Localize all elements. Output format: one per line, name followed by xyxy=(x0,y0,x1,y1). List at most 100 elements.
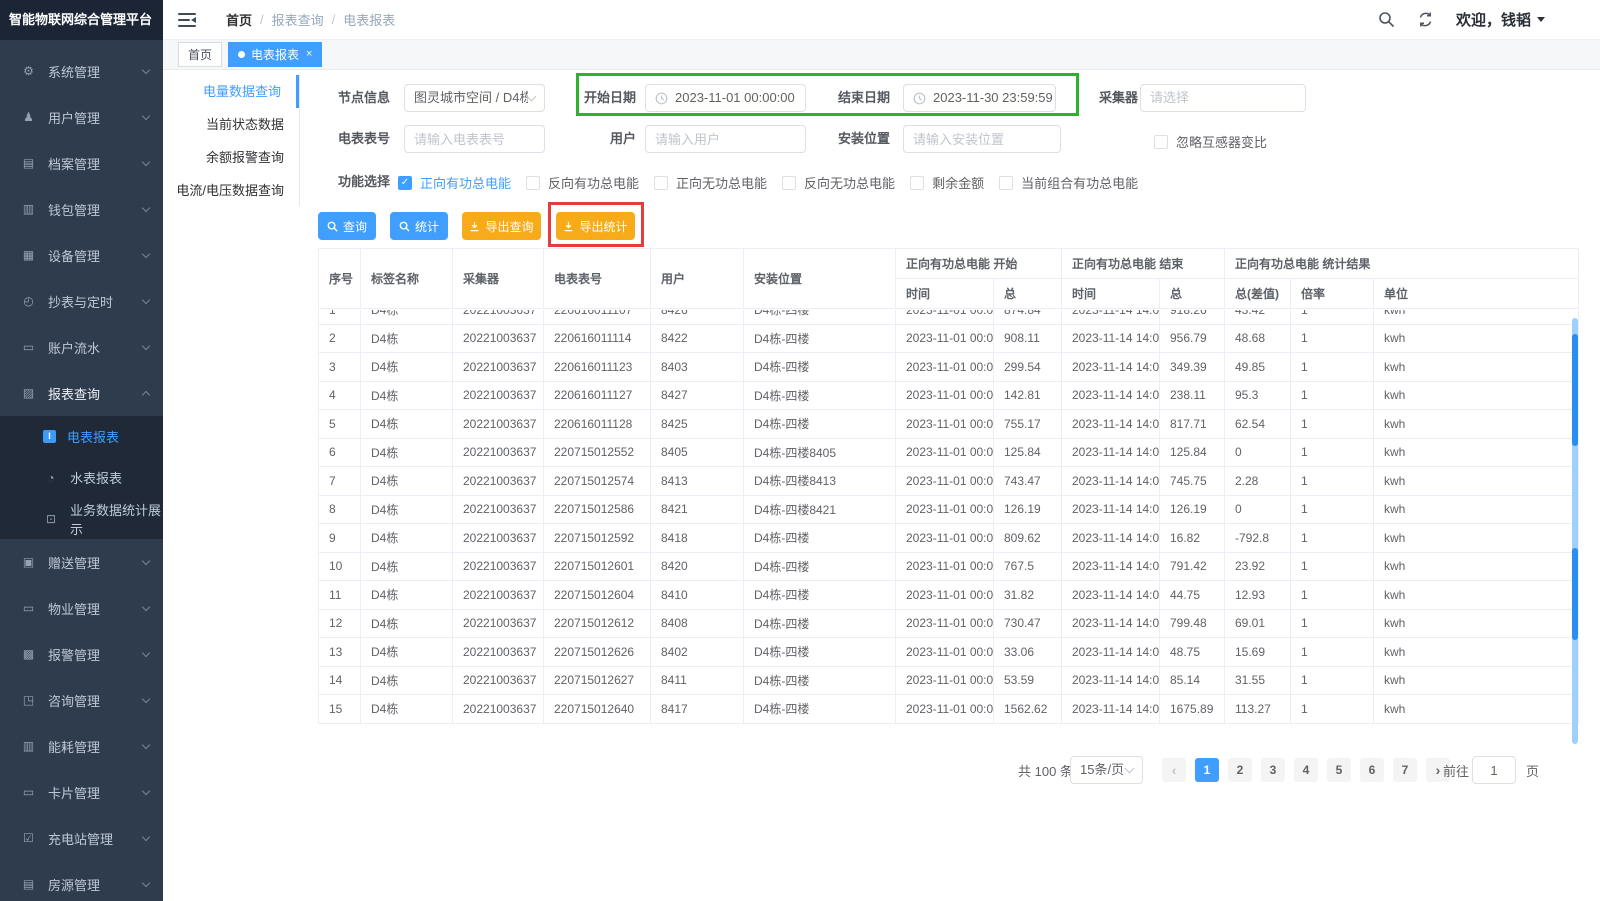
sidebar-item[interactable]: ▭物业管理 xyxy=(0,585,163,631)
refresh-icon[interactable] xyxy=(1417,11,1434,28)
table-cell: 8410 xyxy=(651,581,744,610)
page-size-select[interactable]: 15条/页 xyxy=(1070,756,1143,784)
node-select[interactable]: 图灵城市空间 / D4栋 xyxy=(404,84,545,112)
sidebar-subitem[interactable]: I电表报表 xyxy=(0,416,163,457)
subnav-divider xyxy=(299,73,300,206)
page-button-1[interactable]: 1 xyxy=(1195,758,1219,782)
table-cell: 2023-11-14 14:01:28 xyxy=(1062,609,1160,638)
prev-page-button[interactable]: ‹ xyxy=(1162,758,1186,782)
sidebar-subitem-label: 电表报表 xyxy=(67,427,119,446)
table-scrollbar[interactable] xyxy=(1572,318,1578,744)
sidebar-item[interactable]: ▣赠送管理 xyxy=(0,539,163,585)
user-label: 用户 xyxy=(610,125,636,153)
function-checkbox[interactable]: ✓正向无功总电能 xyxy=(654,173,767,192)
sidebar-item[interactable]: ▦设备管理 xyxy=(0,232,163,278)
collector-label: 采集器 xyxy=(1099,84,1138,112)
ignore-ct-checkbox[interactable]: ✓ 忽略互感器变比 xyxy=(1154,132,1267,151)
page-button-3[interactable]: 3 xyxy=(1261,758,1285,782)
function-checkbox[interactable]: ✓当前组合有功总电能 xyxy=(999,173,1138,192)
sidebar-item[interactable]: ▥钱包管理 xyxy=(0,186,163,232)
table-cell: 2023-11-01 00:01:46 xyxy=(896,552,994,581)
page-button-5[interactable]: 5 xyxy=(1327,758,1351,782)
table-cell: 20221003637 xyxy=(453,467,544,496)
table-cell: 11 xyxy=(319,581,361,610)
table-cell: D4栋 xyxy=(361,410,453,439)
subnav-item[interactable]: 电流/电压数据查询 xyxy=(176,174,299,207)
table-cell: 14 xyxy=(319,666,361,695)
checkbox-label: 剩余金额 xyxy=(932,173,984,192)
stat-button[interactable]: 统计 xyxy=(390,212,448,240)
sidebar-item[interactable]: ▤房源管理 xyxy=(0,861,163,901)
export-query-button[interactable]: 导出查询 xyxy=(462,212,541,240)
page-button-2[interactable]: 2 xyxy=(1228,758,1252,782)
sidebar-submenu: I电表报表◔水表报表⊡业务数据统计展示 xyxy=(0,416,163,539)
user-input[interactable] xyxy=(645,125,806,153)
col-diff: 总(差值) xyxy=(1225,279,1291,309)
function-checkbox[interactable]: ✓反向无功总电能 xyxy=(782,173,895,192)
table-row: 1D4栋202210036372206160111078426D4栋-四楼202… xyxy=(319,310,1579,324)
start-date-input[interactable]: 2023-11-01 00:00:00 xyxy=(645,84,806,112)
table-cell: 299.54 xyxy=(994,353,1062,382)
sidebar-item[interactable]: ☑充电站管理 xyxy=(0,815,163,861)
page-button-7[interactable]: 7 xyxy=(1393,758,1417,782)
chevron-down-icon xyxy=(1125,763,1135,773)
page-button-4[interactable]: 4 xyxy=(1294,758,1318,782)
table-cell: 48.75 xyxy=(1160,638,1225,667)
close-tab-icon[interactable]: × xyxy=(306,49,312,60)
wallet-icon: ▥ xyxy=(20,202,37,216)
table-cell: 220715012601 xyxy=(544,552,651,581)
sidebar-subitem[interactable]: ◔水表报表 xyxy=(0,457,163,498)
chevron-down-icon xyxy=(142,740,150,748)
table-cell: 15.69 xyxy=(1225,638,1291,667)
goto-page-input[interactable] xyxy=(1472,756,1516,784)
table-cell: 1675.89 xyxy=(1160,695,1225,724)
collapse-sidebar-icon[interactable] xyxy=(178,13,196,27)
location-input[interactable] xyxy=(903,125,1061,153)
checkbox-label: 当前组合有功总电能 xyxy=(1021,173,1138,192)
table-cell: 8421 xyxy=(651,495,744,524)
table-row: 2D4栋202210036372206160111148422D4栋-四楼202… xyxy=(319,324,1579,353)
page-button-6[interactable]: 6 xyxy=(1360,758,1384,782)
sidebar-item[interactable]: ◳咨询管理 xyxy=(0,677,163,723)
sidebar-item[interactable]: ▩报警管理 xyxy=(0,631,163,677)
export-stat-button[interactable]: 导出统计 xyxy=(556,212,635,240)
sidebar-item[interactable]: ▥能耗管理 xyxy=(0,723,163,769)
sidebar-item[interactable]: ▨报表查询 xyxy=(0,370,163,416)
subnav-item[interactable]: 余额报警查询 xyxy=(176,141,299,174)
table-cell: 220616011107 xyxy=(544,310,651,324)
meter-no-input[interactable] xyxy=(404,125,545,153)
function-checkbox[interactable]: ✓剩余金额 xyxy=(910,173,984,192)
query-button[interactable]: 查询 xyxy=(318,212,376,240)
page-tab[interactable]: 首页 xyxy=(178,42,222,67)
table-cell: D4栋 xyxy=(361,666,453,695)
sidebar-item[interactable]: ⚙系统管理 xyxy=(0,48,163,94)
function-checkbox[interactable]: ✓反向有功总电能 xyxy=(526,173,639,192)
table-cell: 13 xyxy=(319,638,361,667)
table-cell: 1 xyxy=(1291,353,1374,382)
breadcrumb-item[interactable]: 首页 xyxy=(226,10,252,29)
page-tab[interactable]: 电表报表× xyxy=(228,42,322,67)
col-location: 安装位置 xyxy=(744,249,896,309)
table-cell: 0 xyxy=(1225,438,1291,467)
table-cell: 5 xyxy=(319,410,361,439)
sidebar-item[interactable]: ▭账户流水 xyxy=(0,324,163,370)
table-cell: 1 xyxy=(1291,438,1374,467)
collector-select[interactable]: 请选择 xyxy=(1140,84,1306,112)
search-icon[interactable] xyxy=(1378,11,1395,28)
checkbox-label: 正向有功总电能 xyxy=(420,173,511,192)
sidebar-item[interactable]: ▭卡片管理 xyxy=(0,769,163,815)
subnav-item[interactable]: 当前状态数据 xyxy=(176,108,299,141)
sidebar-subitem[interactable]: ⊡业务数据统计展示 xyxy=(0,498,163,539)
table-cell: 2023-11-01 00:00:48 xyxy=(896,638,994,667)
sidebar-item[interactable]: ♟用户管理 xyxy=(0,94,163,140)
function-checkbox[interactable]: ✓正向有功总电能 xyxy=(398,173,511,192)
user-menu[interactable]: 欢迎，钱韬 xyxy=(1456,9,1545,30)
end-date-input[interactable]: 2023-11-30 23:59:59 xyxy=(903,84,1056,112)
sidebar-item[interactable]: ◴抄表与定时 xyxy=(0,278,163,324)
subnav-item[interactable]: 电量数据查询 xyxy=(176,75,299,108)
breadcrumb-item[interactable]: 报表查询 xyxy=(272,10,324,29)
table-cell: 8418 xyxy=(651,524,744,553)
sidebar-item[interactable]: ▤档案管理 xyxy=(0,140,163,186)
table-cell: 2023-11-14 14:03:51 xyxy=(1062,524,1160,553)
account-flow-icon: ▭ xyxy=(20,340,37,354)
